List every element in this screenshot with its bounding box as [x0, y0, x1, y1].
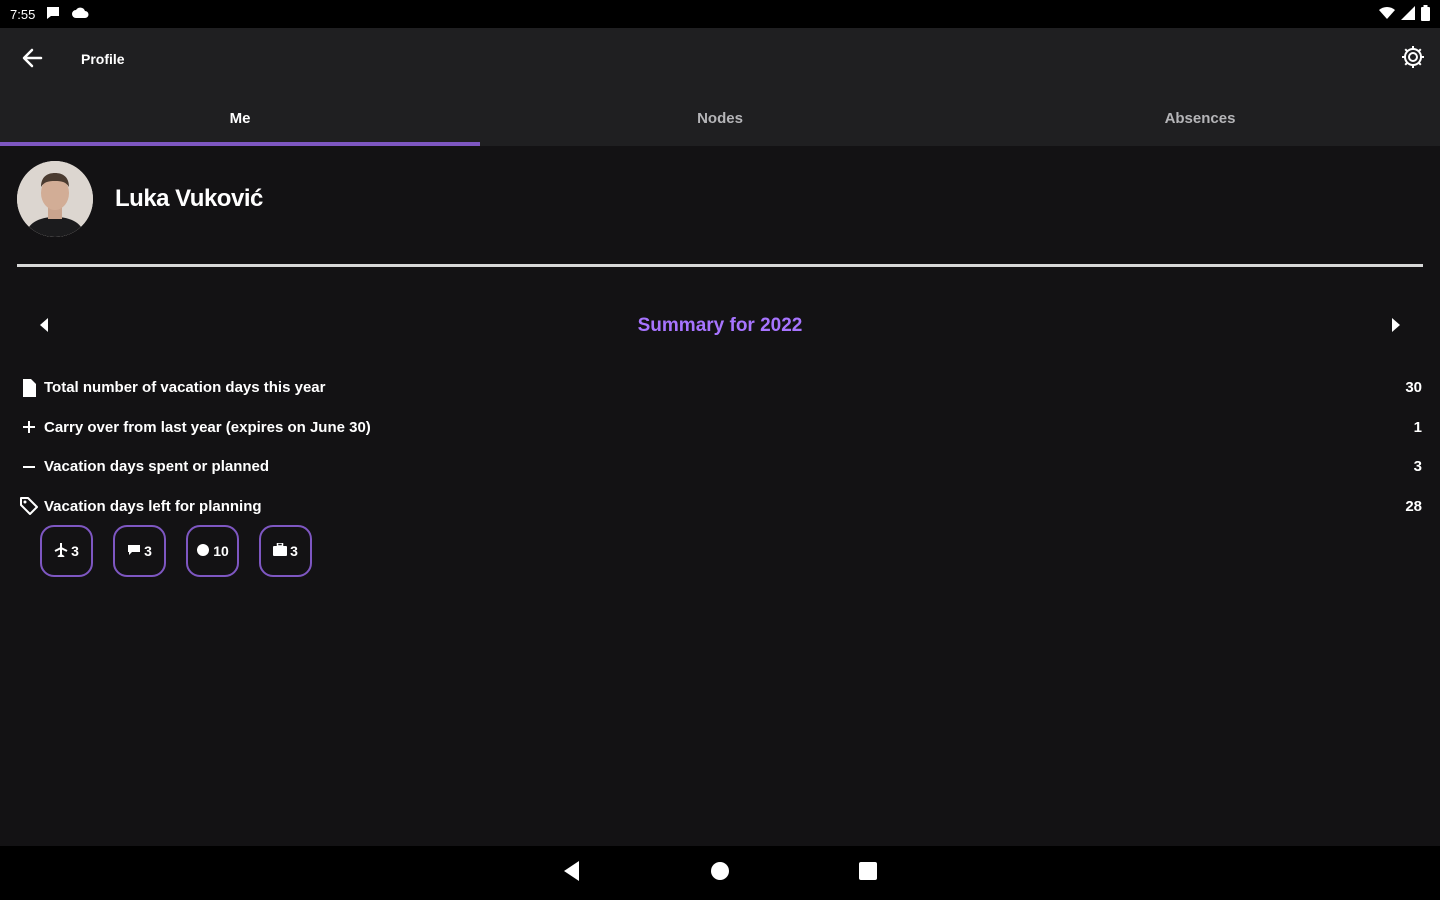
avatar[interactable]: [17, 161, 93, 237]
chevron-right-icon: [1390, 317, 1402, 337]
summary-header: Summary for 2022: [0, 305, 1440, 347]
triangle-back-icon: [563, 860, 581, 886]
status-bar: 7:55: [0, 0, 1440, 28]
square-recents-icon: [859, 861, 877, 885]
chip-plane[interactable]: 3: [40, 525, 93, 577]
user-name: Luka Vuković: [115, 185, 263, 212]
nav-recents-button[interactable]: [854, 859, 882, 887]
gear-icon: [1400, 44, 1426, 75]
tag-icon: [18, 495, 40, 517]
tab-nodes[interactable]: Nodes: [480, 90, 960, 146]
stat-value: 30: [1405, 379, 1422, 397]
summary-stats: Total number of vacation days this year …: [18, 368, 1424, 526]
stat-value: 3: [1413, 458, 1422, 476]
plus-icon: [18, 416, 40, 438]
chip-count: 3: [71, 543, 79, 559]
summary-title: Summary for 2022: [637, 315, 803, 336]
minus-icon: [18, 456, 40, 478]
coin-icon: [196, 543, 210, 560]
status-time: 7:55: [10, 6, 36, 22]
circle-home-icon: [711, 861, 729, 885]
wifi-icon: [1379, 6, 1395, 22]
stat-label: Total number of vacation days this year: [44, 379, 326, 397]
battery-icon: [1421, 4, 1430, 24]
divider: [17, 264, 1423, 267]
chip-coin[interactable]: 10: [186, 525, 239, 577]
profile-header: Luka Vuković: [17, 161, 263, 237]
briefcase-icon: [273, 542, 288, 559]
absence-chips: 3 3 10 3: [40, 525, 312, 577]
nav-back-button[interactable]: [558, 859, 586, 887]
next-year-button[interactable]: [1382, 313, 1410, 341]
page-title: Profile: [81, 51, 125, 67]
stat-row-total: Total number of vacation days this year …: [18, 368, 1424, 408]
plane-icon: [54, 542, 68, 560]
chip-count: 10: [213, 543, 229, 559]
chip-briefcase[interactable]: 3: [259, 525, 312, 577]
chip-chat[interactable]: 3: [113, 525, 166, 577]
signal-icon: [1401, 5, 1415, 23]
back-button[interactable]: [18, 46, 46, 74]
document-icon: [18, 377, 40, 399]
nav-home-button[interactable]: [706, 859, 734, 887]
chip-count: 3: [144, 543, 152, 559]
settings-button[interactable]: [1398, 44, 1428, 74]
chat-icon: [45, 6, 61, 23]
stat-value: 1: [1413, 418, 1422, 436]
cloud-icon: [71, 7, 89, 22]
chip-count: 3: [290, 543, 298, 559]
system-nav-bar: [0, 846, 1440, 900]
arrow-left-icon: [21, 47, 43, 74]
stat-row-left: Vacation days left for planning 28: [18, 487, 1424, 527]
chat-icon: [127, 543, 141, 559]
tab-absences[interactable]: Absences: [960, 90, 1440, 146]
stat-label: Carry over from last year (expires on Ju…: [44, 418, 371, 436]
tab-bar: Me Nodes Absences: [0, 90, 1440, 146]
tab-me[interactable]: Me: [0, 90, 480, 146]
app-bar: Profile: [0, 28, 1440, 90]
stat-row-spent: Vacation days spent or planned 3: [18, 447, 1424, 487]
stat-label: Vacation days spent or planned: [44, 458, 270, 476]
stat-label: Vacation days left for planning: [44, 497, 262, 515]
stat-row-carry-over: Carry over from last year (expires on Ju…: [18, 408, 1424, 448]
stat-value: 28: [1405, 497, 1422, 515]
